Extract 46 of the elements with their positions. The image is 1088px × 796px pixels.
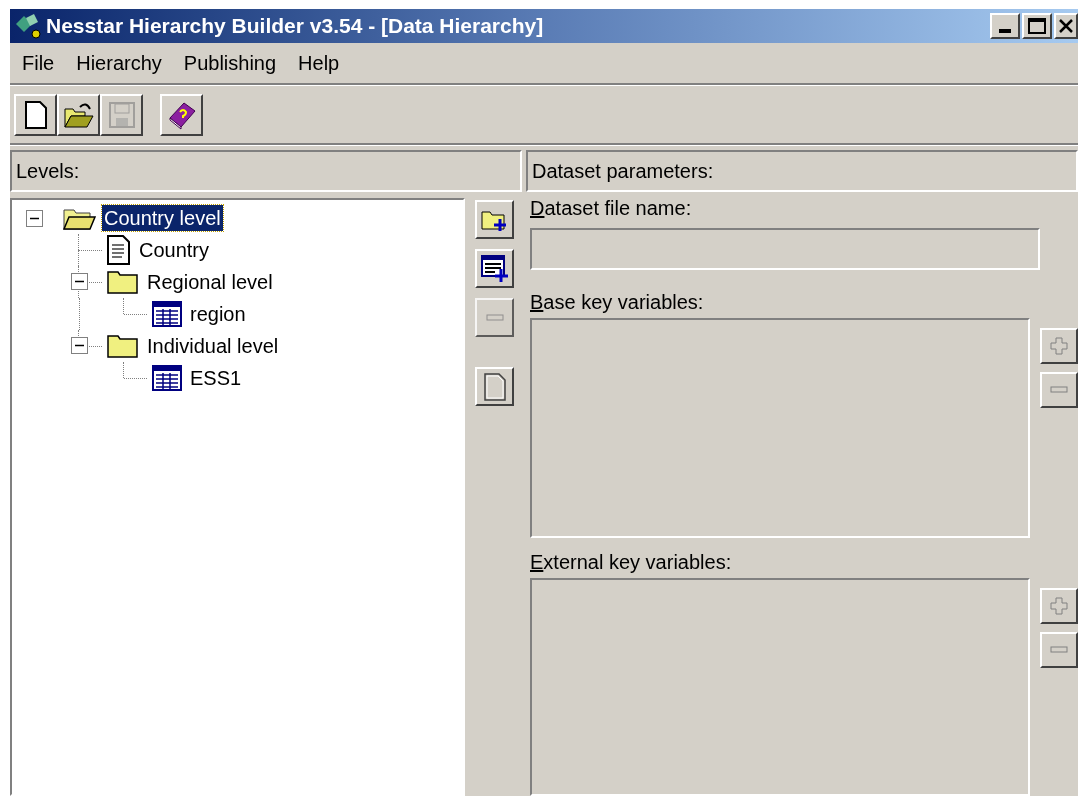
minus-icon bbox=[1050, 386, 1068, 394]
menu-item[interactable]: Hierarchy bbox=[76, 48, 162, 78]
new-button[interactable] bbox=[14, 93, 57, 136]
close-icon bbox=[1058, 19, 1074, 33]
field-label: Dataset file name: bbox=[530, 196, 693, 220]
menu-item[interactable]: Help bbox=[298, 48, 340, 78]
maximize-button[interactable] bbox=[1022, 13, 1052, 39]
add-level-button[interactable] bbox=[475, 200, 514, 239]
table-icon bbox=[152, 301, 182, 327]
close-button[interactable] bbox=[1054, 13, 1078, 39]
add-dataset-button[interactable] bbox=[475, 249, 514, 288]
plus-icon bbox=[1050, 597, 1068, 615]
tree-item[interactable]: Country bbox=[137, 237, 212, 263]
blank-page-icon bbox=[24, 100, 47, 129]
field-label: External key variables: bbox=[530, 550, 733, 574]
help-button[interactable] bbox=[160, 93, 203, 136]
app-logo-icon bbox=[14, 12, 44, 40]
collapse-icon[interactable] bbox=[71, 337, 88, 354]
minus-icon bbox=[485, 313, 504, 322]
page-button[interactable] bbox=[475, 367, 514, 406]
folder-icon bbox=[107, 269, 139, 295]
tree-item[interactable]: region bbox=[188, 301, 248, 327]
tree-item[interactable]: ESS1 bbox=[188, 365, 244, 391]
minimize-icon bbox=[999, 29, 1011, 33]
menu-item[interactable]: File bbox=[22, 48, 55, 78]
collapse-icon[interactable] bbox=[26, 209, 43, 227]
document-icon bbox=[107, 235, 131, 265]
panel-header: Levels: bbox=[10, 150, 522, 192]
plus-icon bbox=[1050, 337, 1068, 355]
open-button[interactable] bbox=[57, 93, 100, 136]
tree-item[interactable]: Regional level bbox=[145, 269, 275, 295]
menu-item[interactable]: Publishing bbox=[183, 48, 277, 78]
minus-icon bbox=[1050, 646, 1068, 654]
collapse-icon[interactable] bbox=[71, 273, 88, 290]
open-folder-icon bbox=[63, 100, 94, 129]
window-title: Nesstar Hierarchy Builder v3.54 - [Data Hierarchy] bbox=[46, 13, 545, 40]
folder-icon bbox=[107, 333, 139, 359]
panel-header: Dataset parameters: bbox=[526, 150, 1078, 192]
tree-item[interactable]: Individual level bbox=[145, 333, 281, 359]
table-plus-icon bbox=[480, 254, 509, 283]
field-label: Base key variables: bbox=[530, 290, 705, 314]
maximize-icon bbox=[1028, 18, 1046, 34]
tree-item[interactable]: Country level bbox=[102, 205, 223, 231]
blank-page-icon bbox=[483, 372, 506, 401]
minimize-button[interactable] bbox=[990, 13, 1020, 39]
table-icon bbox=[152, 365, 182, 391]
